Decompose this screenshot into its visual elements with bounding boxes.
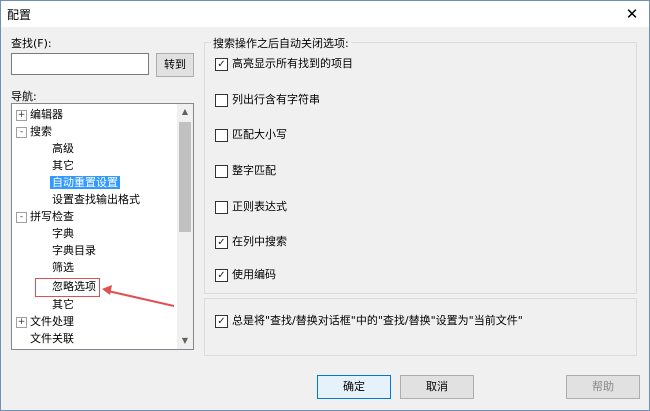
config-dialog: 配置 ✕ 查找(F): 转到 导航: + 编辑器 - 搜索 高级 其它 自动重置…	[0, 0, 650, 411]
checkbox[interactable]	[215, 165, 228, 178]
cancel-button[interactable]: 取消	[400, 375, 474, 399]
checkbox-label: 在列中搜索	[232, 235, 287, 248]
window-title: 配置	[7, 8, 32, 22]
close-icon[interactable]: ✕	[621, 3, 643, 25]
checkbox-label: 高亮显示所有找到的项目	[232, 57, 353, 70]
tree-scrollbar[interactable]: ▲ ▼	[177, 104, 193, 349]
goto-button[interactable]: 转到	[156, 53, 194, 77]
ok-button[interactable]: 确定	[317, 375, 391, 399]
scroll-up-icon[interactable]: ▲	[177, 104, 193, 120]
nav-tree[interactable]: + 编辑器 - 搜索 高级 其它 自动重置设置 设置查找输出格式 - 拼写检查 …	[11, 103, 194, 350]
checkbox-label: 正则表达式	[232, 200, 287, 213]
checkbox[interactable]: ✓	[215, 269, 228, 282]
checkbox[interactable]	[215, 129, 228, 142]
help-button[interactable]: 帮助	[566, 375, 640, 399]
checkbox[interactable]	[215, 201, 228, 214]
title-bar: 配置 ✕	[1, 1, 649, 27]
checkbox-label: 总是将"查找/替换对话框"中的"查找/替换"设置为"当前文件"	[232, 314, 523, 327]
checkbox[interactable]: ✓	[215, 58, 228, 71]
checkbox-label: 使用编码	[232, 268, 276, 281]
checkbox[interactable]	[215, 94, 228, 107]
find-label: 查找(F):	[11, 37, 52, 50]
checkbox-label: 匹配大小写	[232, 128, 287, 141]
checkbox[interactable]: ✓	[215, 315, 228, 328]
scroll-thumb[interactable]	[179, 122, 191, 232]
annotation-arrow-icon	[102, 285, 175, 307]
nav-label: 导航:	[11, 90, 37, 103]
scroll-down-icon[interactable]: ▼	[177, 333, 193, 349]
options-group-label: 搜索操作之后自动关闭选项:	[211, 35, 351, 51]
find-input[interactable]	[11, 53, 149, 75]
checkbox-label: 列出行含有字符串	[232, 93, 320, 106]
checkbox-label: 整字匹配	[232, 164, 276, 177]
checkbox[interactable]: ✓	[215, 236, 228, 249]
